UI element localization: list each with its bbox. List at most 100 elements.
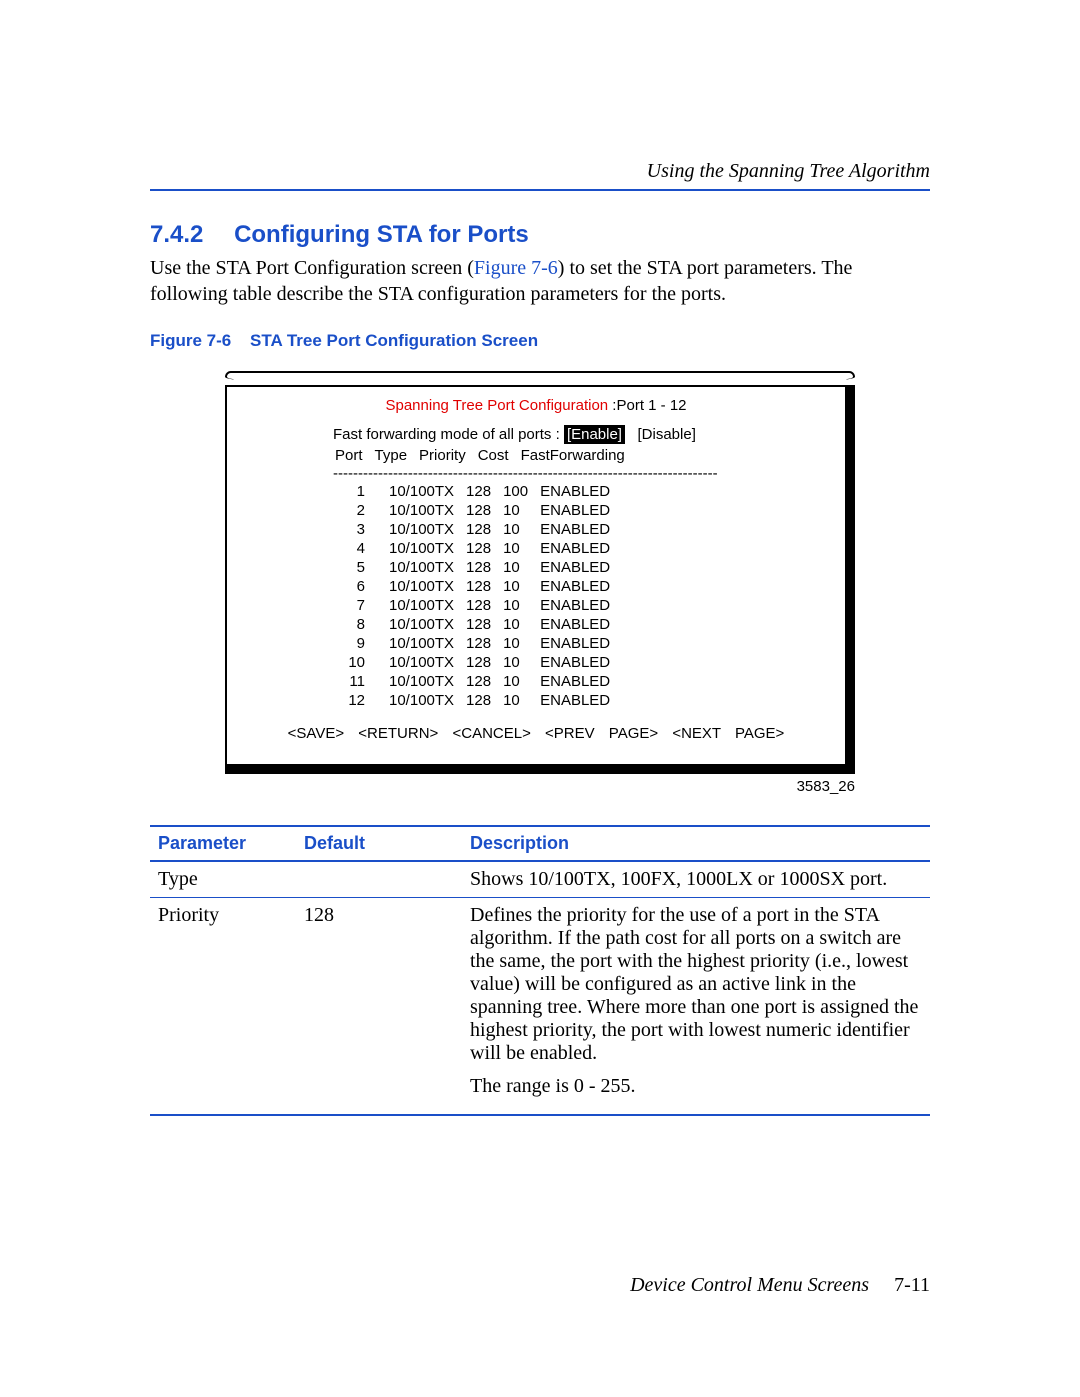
ff-disable-option[interactable]: [Disable]: [638, 426, 696, 443]
footer-title: Device Control Menu Screens: [630, 1274, 869, 1296]
parameter-table: Parameter Default Description Type Shows…: [150, 825, 930, 1116]
next-page-button[interactable]: <NEXT PAGE>: [672, 725, 784, 742]
section-title: Configuring STA for Ports: [234, 221, 529, 248]
page-number: 7-11: [894, 1274, 930, 1296]
col-default: Default: [296, 826, 462, 861]
terminal-figure: Spanning Tree Port Configuration :Port 1…: [225, 371, 855, 774]
param-default: [296, 861, 462, 898]
cell-ff: ENABLED: [540, 616, 620, 633]
cancel-button[interactable]: <CANCEL>: [452, 725, 530, 742]
cell-priority: 128: [466, 521, 501, 538]
cell-ff: ENABLED: [540, 578, 620, 595]
port-table-header-row: Port Type Priority Cost FastForwarding: [335, 447, 635, 464]
col-priority: Priority: [419, 447, 476, 464]
param-desc-range: The range is 0 - 255.: [470, 1075, 922, 1098]
cell-ff: ENABLED: [540, 502, 620, 519]
terminal-title: Spanning Tree Port Configuration :Port 1…: [241, 397, 831, 414]
cell-type: 10/100TX: [389, 521, 464, 538]
param-desc-main: Defines the priority for the use of a po…: [470, 904, 922, 1065]
cell-cost: 10: [503, 502, 538, 519]
intro-pre: Use the STA Port Configuration screen (: [150, 257, 474, 279]
page: Using the Spanning Tree Algorithm 7.4.2 …: [0, 0, 1080, 1397]
col-description: Description: [462, 826, 930, 861]
cell-cost: 10: [503, 578, 538, 595]
section-number: 7.4.2: [150, 221, 203, 249]
param-default: 128: [296, 898, 462, 1116]
cell-port: 1: [335, 483, 387, 500]
param-name: Type: [150, 861, 296, 898]
cell-type: 10/100TX: [389, 692, 464, 709]
ff-enable-option[interactable]: [Enable]: [564, 425, 625, 444]
table-row: 110/100TX128100ENABLED: [335, 483, 620, 500]
cell-priority: 128: [466, 654, 501, 671]
cell-cost: 10: [503, 559, 538, 576]
figure-caption: Figure 7-6 STA Tree Port Configuration S…: [150, 331, 930, 351]
cell-type: 10/100TX: [389, 654, 464, 671]
fast-forward-line: Fast forwarding mode of all ports : [Ena…: [333, 426, 831, 443]
cell-type: 10/100TX: [389, 483, 464, 500]
port-table: Port Type Priority Cost FastForwarding: [333, 445, 637, 466]
cell-port: 2: [335, 502, 387, 519]
cell-priority: 128: [466, 635, 501, 652]
header-rule: [150, 189, 930, 191]
cell-priority: 128: [466, 616, 501, 633]
table-row: 1010/100TX12810ENABLED: [335, 654, 620, 671]
cell-ff: ENABLED: [540, 673, 620, 690]
col-ff: FastForwarding: [521, 447, 635, 464]
table-row: 610/100TX12810ENABLED: [335, 578, 620, 595]
param-header-row: Parameter Default Description: [150, 826, 930, 861]
cell-port: 3: [335, 521, 387, 538]
cell-priority: 128: [466, 692, 501, 709]
col-cost: Cost: [478, 447, 519, 464]
param-row: Type Shows 10/100TX, 100FX, 1000LX or 10…: [150, 861, 930, 898]
cell-cost: 10: [503, 597, 538, 614]
figure-title: STA Tree Port Configuration Screen: [250, 331, 538, 350]
param-name: Priority: [150, 898, 296, 1116]
terminal-footer: <SAVE> <RETURN> <CANCEL> <PREV PAGE> <NE…: [241, 725, 831, 742]
cell-ff: ENABLED: [540, 483, 620, 500]
cell-port: 5: [335, 559, 387, 576]
cell-cost: 10: [503, 692, 538, 709]
table-row: 310/100TX12810ENABLED: [335, 521, 620, 538]
col-type: Type: [375, 447, 418, 464]
param-row: Priority 128 Defines the priority for th…: [150, 898, 930, 1116]
cell-cost: 10: [503, 673, 538, 690]
cell-cost: 100: [503, 483, 538, 500]
terminal-screen: Spanning Tree Port Configuration :Port 1…: [225, 385, 855, 774]
table-row: 410/100TX12810ENABLED: [335, 540, 620, 557]
cell-ff: ENABLED: [540, 540, 620, 557]
cell-ff: ENABLED: [540, 692, 620, 709]
return-button[interactable]: <RETURN>: [358, 725, 438, 742]
cell-port: 4: [335, 540, 387, 557]
col-port: Port: [335, 447, 373, 464]
table-row: 210/100TX12810ENABLED: [335, 502, 620, 519]
cell-cost: 10: [503, 521, 538, 538]
cell-type: 10/100TX: [389, 635, 464, 652]
cell-ff: ENABLED: [540, 559, 620, 576]
terminal-title-red: Spanning Tree Port Configuration: [385, 397, 608, 414]
prev-page-button[interactable]: <PREV PAGE>: [545, 725, 658, 742]
table-divider: ----------------------------------------…: [333, 466, 831, 481]
cell-port: 11: [335, 673, 387, 690]
figure-number: Figure 7-6: [150, 331, 231, 350]
ff-label: Fast forwarding mode of all ports :: [333, 426, 564, 443]
port-table-body: 110/100TX128100ENABLED 210/100TX12810ENA…: [333, 481, 622, 711]
param-description: Shows 10/100TX, 100FX, 1000LX or 1000SX …: [462, 861, 930, 898]
cell-type: 10/100TX: [389, 616, 464, 633]
section-intro: Use the STA Port Configuration screen (F…: [150, 255, 930, 307]
cell-ff: ENABLED: [540, 597, 620, 614]
param-description: Defines the priority for the use of a po…: [462, 898, 930, 1116]
cell-priority: 128: [466, 540, 501, 557]
save-button[interactable]: <SAVE>: [288, 725, 344, 742]
cell-ff: ENABLED: [540, 521, 620, 538]
cell-priority: 128: [466, 578, 501, 595]
table-row: 810/100TX12810ENABLED: [335, 616, 620, 633]
cell-cost: 10: [503, 540, 538, 557]
cell-type: 10/100TX: [389, 502, 464, 519]
section-heading: 7.4.2 Configuring STA for Ports: [150, 221, 930, 249]
cell-ff: ENABLED: [540, 654, 620, 671]
figure-crossref[interactable]: Figure 7-6: [474, 257, 558, 279]
cell-port: 7: [335, 597, 387, 614]
table-row: 710/100TX12810ENABLED: [335, 597, 620, 614]
cell-priority: 128: [466, 559, 501, 576]
